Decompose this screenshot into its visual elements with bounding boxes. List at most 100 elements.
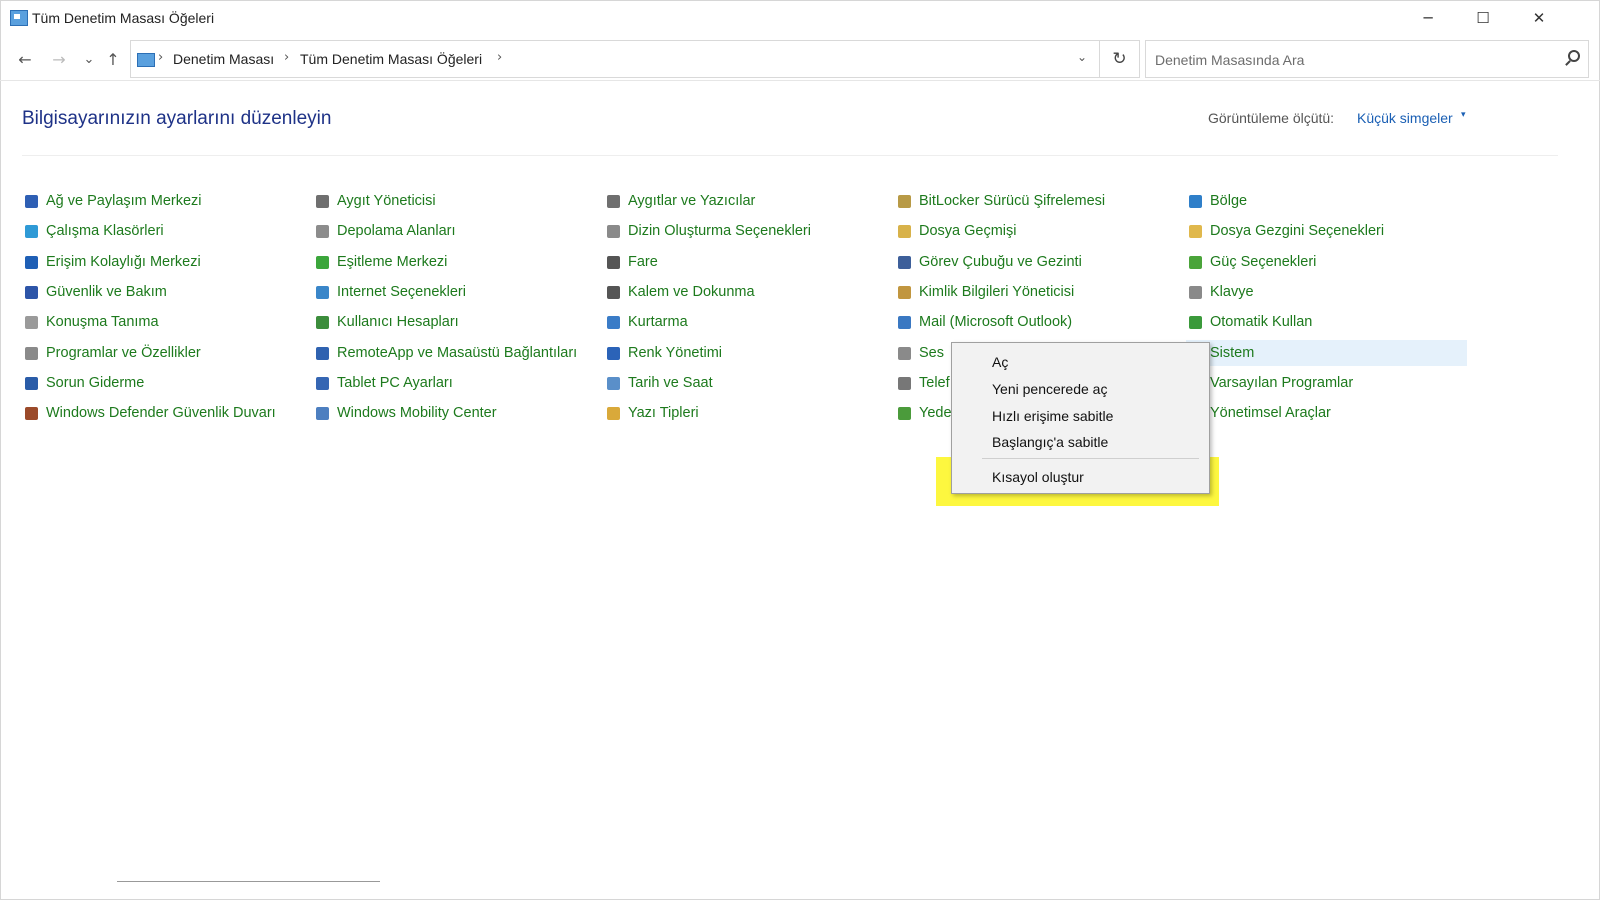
item-label: BitLocker Sürücü Şifrelemesi bbox=[919, 193, 1106, 209]
control-panel-item[interactable]: Güvenlik ve Bakım bbox=[22, 279, 167, 305]
item-label: Tablet PC Ayarları bbox=[337, 375, 453, 391]
item-label: Programlar ve Özellikler bbox=[46, 345, 201, 361]
control-panel-item[interactable]: Kalem ve Dokunma bbox=[604, 279, 755, 305]
chevron-down-icon[interactable]: ▾ bbox=[1461, 110, 1466, 120]
forward-button[interactable]: → bbox=[48, 48, 70, 70]
control-panel-item[interactable]: Yede bbox=[895, 400, 952, 426]
search-input[interactable] bbox=[1153, 49, 1537, 71]
control-panel-item[interactable]: RemoteApp ve Masaüstü Bağlantıları bbox=[313, 340, 577, 366]
item-label: Ses bbox=[919, 345, 944, 361]
refresh-button[interactable]: ↻ bbox=[1100, 40, 1140, 78]
item-label: Mail (Microsoft Outlook) bbox=[919, 314, 1073, 330]
control-panel-item[interactable]: Klavye bbox=[1186, 279, 1254, 305]
item-label: Windows Mobility Center bbox=[337, 405, 497, 421]
up-button[interactable]: ↑ bbox=[103, 48, 123, 70]
control-panel-item[interactable]: Sorun Giderme bbox=[22, 370, 144, 396]
breadcrumb-control-panel[interactable]: Denetim Masası bbox=[173, 51, 274, 67]
address-dropdown-button[interactable]: ⌄ bbox=[1077, 50, 1087, 64]
control-panel-icon bbox=[10, 10, 28, 26]
flag-icon bbox=[22, 283, 40, 301]
control-panel-item[interactable]: Dosya Geçmişi bbox=[895, 218, 1017, 244]
context-menu: Aç Yeni pencerede aç Hızlı erişime sabit… bbox=[951, 342, 1210, 494]
tablet-icon bbox=[313, 374, 331, 392]
control-panel-item[interactable]: BitLocker Sürücü Şifrelemesi bbox=[895, 188, 1105, 214]
control-panel-item[interactable]: Erişim Kolaylığı Merkezi bbox=[22, 249, 201, 275]
breadcrumb-separator[interactable]: › bbox=[497, 50, 502, 65]
item-label: Bölge bbox=[1210, 193, 1248, 209]
control-panel-item[interactable]: Tablet PC Ayarları bbox=[313, 370, 453, 396]
control-panel-item[interactable]: Aygıtlar ve Yazıcılar bbox=[604, 188, 755, 214]
control-panel-item[interactable]: Mail (Microsoft Outlook) bbox=[895, 309, 1072, 335]
control-panel-item[interactable]: Dizin Oluşturma Seçenekleri bbox=[604, 218, 811, 244]
control-panel-item[interactable]: Ağ ve Paylaşım Merkezi bbox=[22, 188, 202, 214]
item-label: Aygıt Yöneticisi bbox=[337, 193, 436, 209]
item-label: Yönetimsel Araçlar bbox=[1210, 405, 1331, 421]
search-icon[interactable] bbox=[1568, 50, 1580, 62]
color-management-icon bbox=[604, 344, 622, 362]
item-label: Depolama Alanları bbox=[337, 223, 456, 239]
back-button[interactable]: ← bbox=[14, 48, 36, 70]
sound-icon bbox=[895, 344, 913, 362]
control-panel-item[interactable]: Programlar ve Özellikler bbox=[22, 340, 201, 366]
date-time-icon bbox=[604, 374, 622, 392]
control-panel-item[interactable]: Görev Çubuğu ve Gezinti bbox=[895, 249, 1082, 275]
control-panel-item[interactable]: Otomatik Kullan bbox=[1186, 309, 1312, 335]
recent-locations-button[interactable]: ⌄ bbox=[80, 48, 98, 70]
control-panel-item[interactable]: Kurtarma bbox=[604, 309, 688, 335]
breadcrumb-all-items[interactable]: Tüm Denetim Masası Öğeleri bbox=[300, 51, 482, 67]
view-by-dropdown[interactable]: Küçük simgeler bbox=[1357, 110, 1453, 126]
control-panel-item[interactable]: Güç Seçenekleri bbox=[1186, 249, 1316, 275]
control-panel-item[interactable]: Windows Mobility Center bbox=[313, 400, 497, 426]
region-icon bbox=[1186, 192, 1204, 210]
item-label: Sorun Giderme bbox=[46, 375, 145, 391]
item-label: Dosya Gezgini Seçenekleri bbox=[1210, 223, 1385, 239]
item-label: Telef bbox=[919, 375, 950, 391]
control-panel-item[interactable]: Internet Seçenekleri bbox=[313, 279, 466, 305]
menu-item-pin-quick-access[interactable]: Hızlı erişime sabitle bbox=[992, 408, 1113, 424]
keyboard-icon bbox=[1186, 283, 1204, 301]
menu-item-open[interactable]: Aç bbox=[992, 354, 1008, 370]
breadcrumb-separator[interactable]: › bbox=[284, 50, 289, 65]
navigation-bar: ← → ⌄ ↑ › Denetim Masası › Tüm Denetim M… bbox=[0, 38, 1600, 81]
credentials-icon bbox=[895, 283, 913, 301]
control-panel-item[interactable]: Bölge bbox=[1186, 188, 1247, 214]
control-panel-item[interactable]: Windows Defender Güvenlik Duvarı bbox=[22, 400, 276, 426]
control-panel-item[interactable]: Konuşma Tanıma bbox=[22, 309, 159, 335]
control-panel-item[interactable]: Depolama Alanları bbox=[313, 218, 456, 244]
maximize-button[interactable]: ☐ bbox=[1455, 0, 1511, 36]
menu-item-pin-start[interactable]: Başlangıç'a sabitle bbox=[992, 434, 1108, 450]
fonts-icon bbox=[604, 404, 622, 422]
control-panel-item[interactable]: Tarih ve Saat bbox=[604, 370, 713, 396]
item-label: Görev Çubuğu ve Gezinti bbox=[919, 254, 1082, 270]
taskbar-icon bbox=[895, 253, 913, 271]
control-panel-item[interactable]: Kimlik Bilgileri Yöneticisi bbox=[895, 279, 1074, 305]
control-panel-item[interactable]: Kullanıcı Hesapları bbox=[313, 309, 459, 335]
firewall-icon bbox=[22, 404, 40, 422]
close-button[interactable]: ✕ bbox=[1511, 0, 1567, 36]
control-panel-item[interactable]: Eşitleme Merkezi bbox=[313, 249, 447, 275]
control-panel-item[interactable]: Ses bbox=[895, 340, 944, 366]
item-label: Renk Yönetimi bbox=[628, 345, 723, 361]
power-icon bbox=[1186, 253, 1204, 271]
item-label: Klavye bbox=[1210, 284, 1254, 300]
item-label: Varsayılan Programlar bbox=[1210, 375, 1354, 391]
item-label: Kimlik Bilgileri Yöneticisi bbox=[919, 284, 1075, 300]
control-panel-item[interactable]: Çalışma Klasörleri bbox=[22, 218, 164, 244]
menu-item-open-new-window[interactable]: Yeni pencerede aç bbox=[992, 381, 1107, 397]
control-panel-item[interactable]: Dosya Gezgini Seçenekleri bbox=[1186, 218, 1384, 244]
minimize-button[interactable]: ─ bbox=[1400, 0, 1456, 36]
address-bar[interactable]: › Denetim Masası › Tüm Denetim Masası Öğ… bbox=[130, 40, 1100, 78]
control-panel-item[interactable]: Fare bbox=[604, 249, 658, 275]
control-panel-item[interactable]: Telef bbox=[895, 370, 950, 396]
folder-options-icon bbox=[1186, 222, 1204, 240]
item-label: Dosya Geçmişi bbox=[919, 223, 1017, 239]
control-panel-item[interactable]: Varsayılan Programlar bbox=[1186, 370, 1353, 396]
window-title: Tüm Denetim Masası Öğeleri bbox=[32, 10, 215, 26]
control-panel-item[interactable]: Renk Yönetimi bbox=[604, 340, 722, 366]
control-panel-item[interactable]: Sistem bbox=[1186, 340, 1467, 366]
menu-item-create-shortcut[interactable]: Kısayol oluştur bbox=[992, 469, 1084, 485]
search-box[interactable] bbox=[1145, 40, 1589, 78]
control-panel-item[interactable]: Aygıt Yöneticisi bbox=[313, 188, 436, 214]
control-panel-item[interactable]: Yazı Tipleri bbox=[604, 400, 699, 426]
sync-icon bbox=[313, 253, 331, 271]
